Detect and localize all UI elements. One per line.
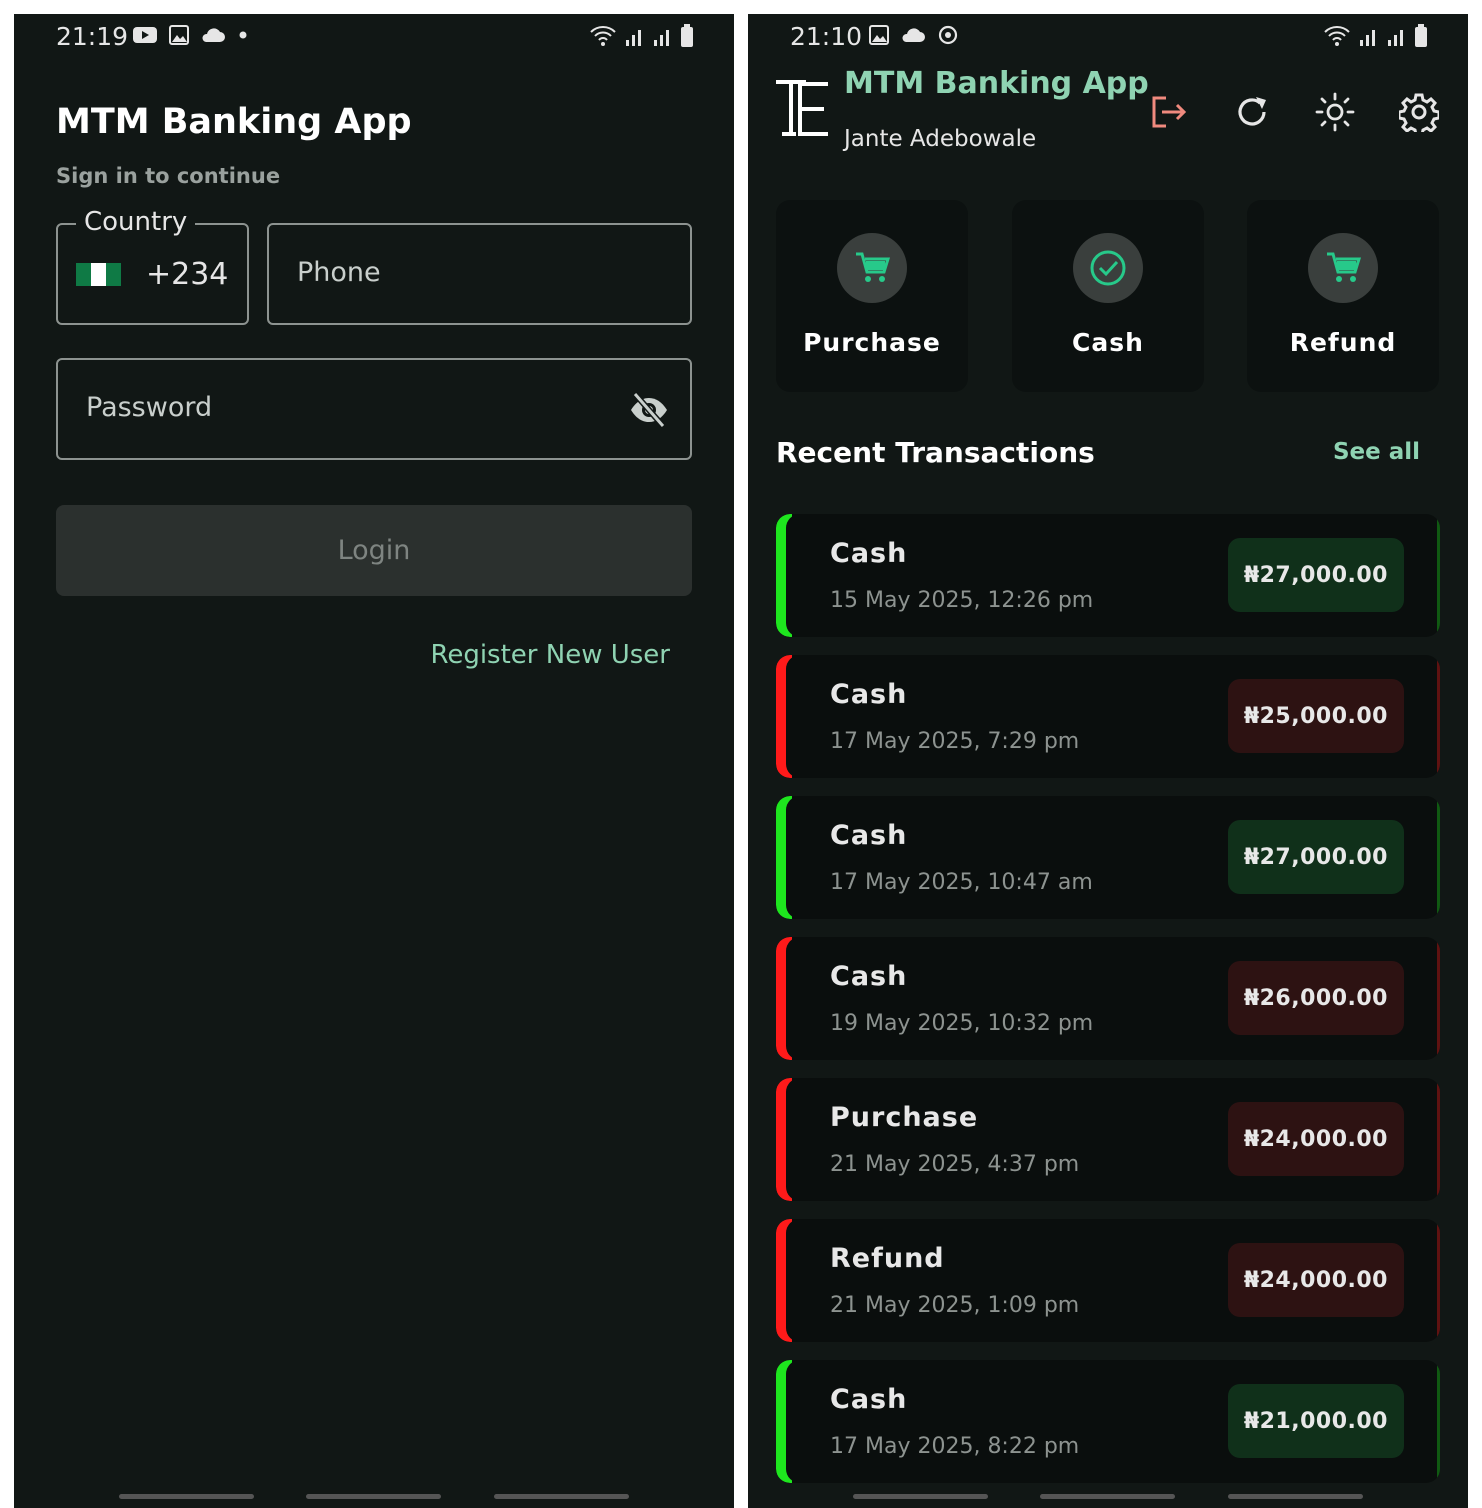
signal-icon: [654, 30, 669, 46]
battery-icon: [681, 24, 693, 47]
login-button[interactable]: Login: [56, 505, 692, 596]
amount-badge: ₦21,000.00: [1227, 1384, 1404, 1458]
transaction-date: 21 May 2025, 4:37 pm: [830, 1152, 1080, 1177]
cash-label: Cash: [1072, 328, 1144, 357]
gallery-icon: [869, 25, 889, 45]
home-screen: 21:10 MTM Banking App Jante Adebowale Pu…: [748, 14, 1468, 1508]
sync-icon: [938, 25, 958, 45]
notification-icons: [132, 24, 250, 46]
transaction-row[interactable]: Cash 17 May 2025, 10:47 am ₦27,000.00: [776, 796, 1440, 919]
cloud-icon: [902, 28, 925, 42]
transaction-title: Cash: [830, 538, 908, 569]
status-indicator: [776, 1219, 808, 1342]
row-edge: [1437, 1360, 1440, 1483]
refund-label: Refund: [1289, 328, 1397, 357]
row-edge: [1437, 937, 1440, 1060]
transaction-row[interactable]: Cash 17 May 2025, 7:29 pm ₦25,000.00: [776, 655, 1440, 778]
phone-field[interactable]: Phone: [267, 223, 692, 325]
cart-icon: [1308, 233, 1378, 303]
amount-badge: ₦24,000.00: [1227, 1243, 1404, 1317]
phone-placeholder: Phone: [297, 257, 381, 288]
amount-badge: ₦25,000.00: [1227, 679, 1404, 753]
transaction-row[interactable]: Cash 19 May 2025, 10:32 pm ₦26,000.00: [776, 937, 1440, 1060]
amount-badge: ₦27,000.00: [1227, 538, 1404, 612]
transaction-title: Refund: [830, 1243, 945, 1274]
eye-off-icon[interactable]: [628, 390, 670, 430]
amount-badge: ₦24,000.00: [1227, 1102, 1404, 1176]
transaction-date: 19 May 2025, 10:32 pm: [830, 1011, 1094, 1036]
row-edge: [1437, 1219, 1440, 1342]
status-indicator: [776, 937, 808, 1060]
transaction-row[interactable]: Purchase 21 May 2025, 4:37 pm ₦24,000.00: [776, 1078, 1440, 1201]
check-circle-icon: [1073, 233, 1143, 303]
transaction-title: Cash: [830, 961, 908, 992]
register-link[interactable]: Register New User: [430, 640, 670, 670]
login-screen: 21:19 MTM Banking App Sign in to continu…: [14, 14, 734, 1508]
signal-icon: [626, 30, 641, 46]
status-time: 21:10: [790, 22, 863, 51]
transaction-date: 17 May 2025, 7:29 pm: [830, 729, 1080, 754]
purchase-label: Purchase: [803, 328, 941, 357]
status-bar: 21:19: [14, 14, 734, 60]
status-indicator: [776, 1360, 808, 1483]
transaction-date: 17 May 2025, 8:22 pm: [830, 1434, 1080, 1459]
password-field[interactable]: Password: [56, 358, 692, 460]
signal-icon: [1360, 30, 1375, 46]
dial-code: +234: [146, 257, 229, 292]
transaction-title: Cash: [830, 1384, 908, 1415]
status-indicator: [776, 514, 808, 637]
system-icons: [1322, 24, 1428, 48]
transaction-row[interactable]: Cash 15 May 2025, 12:26 pm ₦27,000.00: [776, 514, 1440, 637]
country-picker[interactable]: Country +234: [56, 207, 249, 325]
cloud-icon: [202, 28, 225, 42]
transaction-row[interactable]: Refund 21 May 2025, 1:09 pm ₦24,000.00: [776, 1219, 1440, 1342]
row-edge: [1437, 1078, 1440, 1201]
wifi-icon: [590, 26, 616, 46]
signal-icon: [1388, 30, 1403, 46]
recent-transactions-title: Recent Transactions: [776, 436, 1095, 469]
gallery-icon: [169, 25, 189, 45]
status-indicator: [776, 1078, 808, 1201]
row-edge: [1437, 796, 1440, 919]
user-name: Jante Adebowale: [844, 126, 1037, 152]
app-logo: [776, 80, 828, 136]
page-title: MTM Banking App: [56, 102, 412, 142]
transaction-date: 15 May 2025, 12:26 pm: [830, 588, 1094, 613]
amount-badge: ₦27,000.00: [1227, 820, 1404, 894]
nigeria-flag-icon: [76, 263, 121, 286]
dot-icon: [239, 31, 247, 39]
app-title: MTM Banking App: [844, 66, 1149, 101]
refresh-icon[interactable]: [1232, 92, 1272, 132]
status-bar: 21:10: [748, 14, 1468, 60]
status-time: 21:19: [56, 22, 129, 51]
country-legend: Country: [76, 207, 196, 237]
status-indicator: [776, 796, 808, 919]
cash-action[interactable]: Cash: [1012, 200, 1204, 392]
system-icons: [588, 24, 694, 48]
row-edge: [1437, 514, 1440, 637]
transaction-date: 21 May 2025, 1:09 pm: [830, 1293, 1080, 1318]
password-placeholder: Password: [86, 392, 213, 423]
amount-badge: ₦26,000.00: [1227, 961, 1404, 1035]
transaction-date: 17 May 2025, 10:47 am: [830, 870, 1093, 895]
wifi-icon: [1324, 26, 1350, 46]
transaction-title: Cash: [830, 679, 908, 710]
status-indicator: [776, 655, 808, 778]
settings-icon[interactable]: [1399, 92, 1439, 132]
logout-icon[interactable]: [1148, 92, 1188, 132]
refund-action[interactable]: Refund: [1247, 200, 1439, 392]
brightness-icon[interactable]: [1315, 92, 1355, 132]
cart-icon: [837, 233, 907, 303]
transaction-row[interactable]: Cash 17 May 2025, 8:22 pm ₦21,000.00: [776, 1360, 1440, 1483]
youtube-icon: [133, 27, 157, 43]
row-edge: [1437, 655, 1440, 778]
see-all-link[interactable]: See all: [1333, 439, 1420, 465]
purchase-action[interactable]: Purchase: [776, 200, 968, 392]
transaction-title: Purchase: [830, 1102, 979, 1133]
notification-icons: [868, 24, 960, 46]
transaction-title: Cash: [830, 820, 908, 851]
page-subtitle: Sign in to continue: [56, 164, 281, 188]
battery-icon: [1415, 24, 1427, 47]
